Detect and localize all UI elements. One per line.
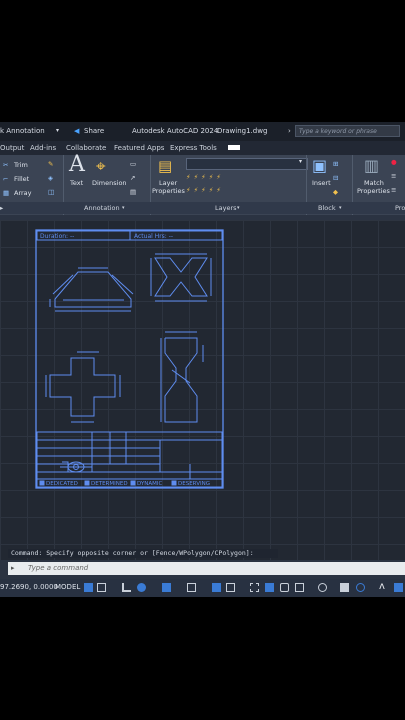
lineweight-icon[interactable]: ≡ (391, 186, 396, 194)
layer-tools-row-1[interactable]: ⚡⚡⚡⚡⚡ (186, 173, 224, 181)
color-wheel-icon[interactable]: ● (391, 158, 397, 166)
autocad-window: k Annotation ▾ ◀ Share Autodesk AutoCAD … (0, 122, 405, 597)
block-attributes-icon[interactable]: ◆ (333, 188, 338, 196)
text-button[interactable]: Text (70, 179, 83, 187)
chevron-down-icon[interactable]: ▾ (56, 127, 59, 134)
drawing-sheet: Duration: -- Actual Hrs: -- DEDICATED DE… (35, 229, 224, 489)
drawing-plus-view (45, 351, 121, 423)
ribbon-panel-titles: ▸ Annotation ▾ Layers ▾ Block ▾ Pro (0, 202, 405, 214)
layer-tools-row-2[interactable]: ⚡⚡⚡⚡⚡ (186, 186, 224, 194)
status-bar: 97.2690, 0.0000 MODEL ᴧ (0, 579, 405, 597)
workspace-switch-icon[interactable] (340, 583, 349, 592)
command-placeholder[interactable]: Type a command (28, 562, 88, 575)
autocad-logo-icon[interactable]: ᴧ (379, 581, 385, 592)
edit-block-icon[interactable]: ⊟ (333, 174, 338, 182)
annotation-visibility-icon[interactable] (318, 583, 327, 592)
table-icon[interactable]: ▤ (130, 188, 136, 196)
layer-properties-label-2[interactable]: Properties (152, 187, 185, 195)
trim-button[interactable]: Trim (14, 161, 28, 169)
tab-featured-apps[interactable]: Featured Apps (114, 144, 164, 152)
insert-button[interactable]: Insert (312, 179, 331, 187)
tab-output[interactable]: Output (0, 144, 24, 152)
checkbox-label-deserving: DESERVING (178, 481, 210, 487)
trim-icon[interactable]: ✂ (3, 161, 8, 169)
tab-collaborate[interactable]: Collaborate (66, 144, 106, 152)
explode-icon[interactable]: ◈ (48, 174, 53, 182)
3d-osnap-icon[interactable] (280, 583, 289, 592)
panel-properties[interactable]: Pro (395, 204, 405, 212)
insert-icon[interactable]: ▣ (312, 156, 327, 175)
drawing-canvas[interactable]: Duration: -- Actual Hrs: -- DEDICATED DE… (0, 220, 405, 560)
share-icon[interactable]: ◀ (74, 127, 79, 135)
polar-icon[interactable] (137, 583, 146, 592)
command-prompt-icon[interactable]: ▸ (11, 562, 15, 575)
panel-arrow-icon[interactable]: ▸ (0, 204, 3, 212)
drawing-trapezoid-view (49, 267, 134, 312)
title-bar: k Annotation ▾ ◀ Share Autodesk AutoCAD … (0, 122, 405, 141)
tab-add-ins[interactable]: Add-ins (30, 144, 56, 152)
transparency-icon[interactable] (250, 583, 259, 592)
dimension-icon[interactable]: ⌖ (96, 157, 106, 177)
multileader-icon[interactable]: ↗ (130, 174, 135, 182)
snap-icon[interactable] (97, 583, 106, 592)
search-input[interactable]: Type a keyword or phrase (295, 125, 400, 137)
match-properties-label-2[interactable]: Properties (357, 187, 390, 195)
chevron-down-icon[interactable]: ▾ (237, 205, 240, 211)
text-icon[interactable]: A (69, 152, 85, 177)
grid-icon[interactable] (84, 583, 93, 592)
offset-icon[interactable]: ◫ (48, 188, 54, 196)
command-history: Command: Specify opposite corner or [Fen… (8, 549, 278, 558)
ribbon-toggle-icon[interactable] (228, 145, 240, 150)
checkbox-label-dynamic: DYNAMIC (137, 481, 163, 487)
isolate-objects-icon[interactable] (356, 583, 365, 592)
checkbox-label-dedicated: DEDICATED (46, 481, 78, 487)
object-track-icon[interactable] (187, 583, 196, 592)
leader-icon[interactable]: ▭ (130, 160, 136, 168)
selection-cycling-icon[interactable] (265, 583, 274, 592)
lineweight-toggle-icon[interactable] (226, 583, 235, 592)
create-block-icon[interactable]: ⊞ (333, 160, 338, 168)
file-name: Drawing1.dwg (217, 127, 268, 135)
array-icon[interactable]: ▦ (3, 189, 9, 197)
panel-annotation[interactable]: Annotation (84, 204, 120, 212)
array-button[interactable]: Array (14, 189, 32, 197)
model-space-button[interactable]: MODEL (55, 583, 80, 591)
layer-dropdown[interactable] (186, 158, 308, 170)
fillet-icon[interactable]: ⌐ (3, 175, 8, 183)
ortho-icon[interactable] (122, 583, 131, 592)
title-block (36, 431, 223, 488)
drawing-hourglass-view (160, 331, 204, 423)
chevron-down-icon[interactable]: ▾ (299, 158, 302, 165)
linetype-icon[interactable]: ≡ (391, 172, 396, 180)
chevron-down-icon[interactable]: ▾ (339, 205, 342, 211)
workspace-selector[interactable]: k Annotation (0, 127, 45, 135)
panel-layers[interactable]: Layers (215, 204, 237, 212)
sheet-header-actual: Actual Hrs: -- (134, 233, 173, 240)
match-properties-icon[interactable]: ▥ (364, 156, 379, 175)
drawing-x-view (150, 253, 212, 302)
layer-properties-label-1[interactable]: Layer (159, 179, 177, 187)
tab-express-tools[interactable]: Express Tools (170, 144, 217, 152)
dynamic-ucs-icon[interactable] (295, 583, 304, 592)
fillet-button[interactable]: Fillet (14, 175, 29, 183)
panel-block[interactable]: Block (318, 204, 336, 212)
match-properties-label-1[interactable]: Match (364, 179, 384, 187)
command-input[interactable]: ▸ Type a command (8, 562, 405, 575)
isodraft-icon[interactable] (162, 583, 171, 592)
checkbox-label-determined: DETERMINED (91, 481, 128, 487)
chevron-right-icon[interactable]: › (288, 127, 291, 135)
dimension-button[interactable]: Dimension (92, 179, 127, 187)
coordinates-readout[interactable]: 97.2690, 0.0000 (0, 583, 58, 591)
erase-icon[interactable]: ✎ (48, 160, 53, 168)
layer-properties-icon[interactable]: ▤ (158, 157, 172, 175)
object-snap-icon[interactable] (212, 583, 221, 592)
ribbon-tabs: Output Add-ins Collaborate Featured Apps… (0, 141, 405, 155)
share-button[interactable]: Share (84, 127, 104, 135)
app-title: Autodesk AutoCAD 2024 (132, 127, 219, 135)
chevron-down-icon[interactable]: ▾ (122, 205, 125, 211)
sheet-header-duration: Duration: -- (40, 233, 74, 240)
customization-icon[interactable] (394, 583, 403, 592)
